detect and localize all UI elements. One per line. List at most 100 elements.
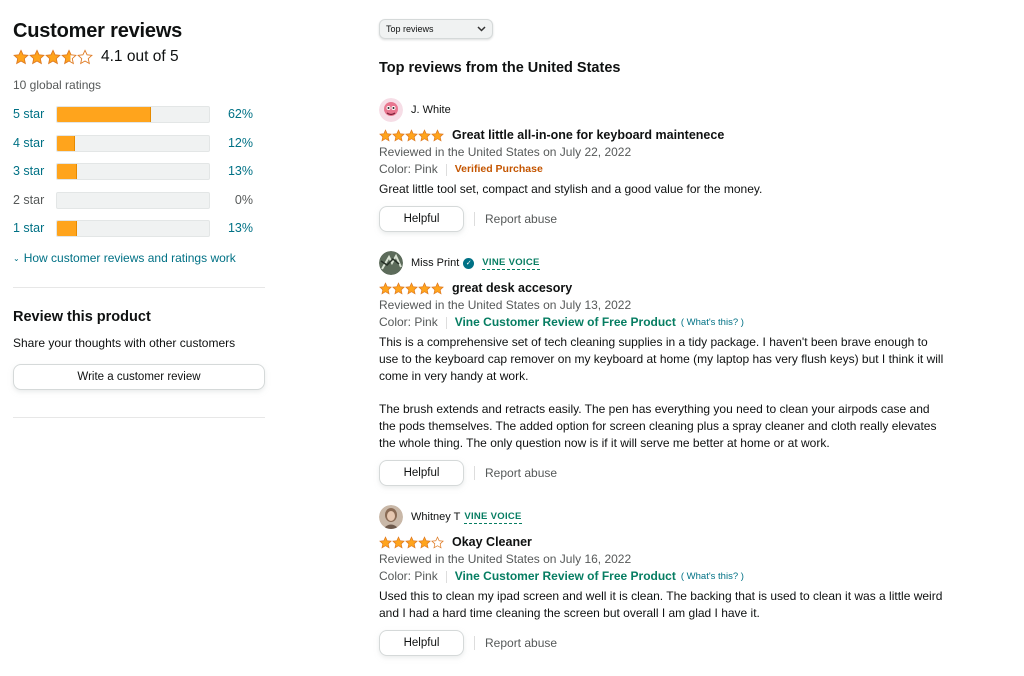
helpful-button[interactable]: Helpful	[379, 205, 464, 232]
avatar[interactable]	[379, 505, 403, 529]
histogram-fill	[57, 220, 77, 236]
reviewer-name[interactable]: Whitney T	[411, 511, 460, 523]
review-product-subtitle: Share your thoughts with other customers	[13, 336, 236, 350]
review-paragraph: Great little tool set, compact and styli…	[379, 182, 763, 196]
star-icon	[45, 49, 61, 65]
reviewer-profile[interactable]: Miss Print ✓ VINE VOICE	[379, 251, 949, 275]
review-title[interactable]: great desk accesory	[452, 281, 572, 295]
histogram-percent[interactable]: 13%	[210, 221, 253, 235]
histogram-bar[interactable]	[56, 219, 210, 237]
histogram-row-4[interactable]: 4 star 12%	[13, 134, 253, 152]
star-icon	[431, 281, 444, 294]
star-icon	[405, 128, 418, 141]
review-body: Great little tool set, compact and styli…	[379, 181, 949, 198]
vine-review-badge: Vine Customer Review of Free Product	[454, 569, 676, 583]
review-item: Miss Print ✓ VINE VOICE great desk acces…	[379, 251, 949, 486]
reviewer-profile[interactable]: J. White	[379, 98, 949, 122]
review-title[interactable]: Okay Cleaner	[452, 535, 532, 549]
histogram-label: 2 star	[13, 193, 45, 207]
star-icon	[13, 49, 29, 65]
divider	[13, 417, 265, 418]
histogram-row-5[interactable]: 5 star 62%	[13, 105, 253, 123]
histogram-row-1[interactable]: 1 star 13%	[13, 219, 253, 237]
star-icon	[379, 128, 392, 141]
histogram-label[interactable]: 4 star	[13, 136, 56, 150]
histogram-row-3[interactable]: 3 star 13%	[13, 162, 253, 180]
histogram-bar[interactable]	[56, 134, 210, 152]
reviewer-name[interactable]: Miss Print	[411, 257, 459, 269]
star-icon	[418, 535, 431, 548]
global-ratings-count: 10 global ratings	[13, 78, 102, 92]
report-abuse-link[interactable]: Report abuse	[474, 635, 557, 650]
how-reviews-work-link[interactable]: ⌄ How customer reviews and ratings work	[13, 251, 236, 265]
review-date: Reviewed in the United States on July 22…	[379, 145, 632, 159]
star-icon	[418, 281, 431, 294]
review-stars[interactable]	[379, 281, 444, 295]
vine-review-badge: Vine Customer Review of Free Product	[454, 315, 676, 329]
histogram-percent: 0%	[234, 193, 253, 207]
helpful-button[interactable]: Helpful	[379, 629, 464, 656]
divider	[445, 570, 447, 583]
review-color[interactable]: Color: Pink	[379, 568, 438, 585]
review-stars[interactable]	[379, 535, 444, 549]
whats-this-link[interactable]: ( What's this? )	[681, 314, 744, 331]
vine-voice-badge[interactable]: VINE VOICE	[464, 511, 522, 524]
star-icon	[392, 281, 405, 294]
customer-reviews-title: Customer reviews	[13, 20, 183, 42]
histogram-label[interactable]: 5 star	[13, 107, 56, 121]
histogram-percent[interactable]: 62%	[210, 107, 253, 121]
star-icon	[29, 49, 45, 65]
review-body: Used this to clean my ipad screen and we…	[379, 588, 949, 622]
histogram-bar[interactable]	[56, 105, 210, 123]
reviewer-profile[interactable]: Whitney T VINE VOICE	[379, 505, 949, 529]
star-icon	[61, 49, 77, 65]
sort-dropdown[interactable]: Top reviews	[379, 19, 493, 39]
histogram-bar[interactable]	[56, 162, 210, 180]
histogram-label[interactable]: 1 star	[13, 221, 56, 235]
helpful-button[interactable]: Helpful	[379, 459, 464, 486]
review-paragraph: Used this to clean my ipad screen and we…	[379, 589, 943, 620]
star-icon	[392, 535, 405, 548]
overall-rating-text: 4.1 out of 5	[101, 48, 179, 65]
review-stars[interactable]	[379, 128, 444, 142]
overall-rating[interactable]: 4.1 out of 5	[13, 48, 179, 66]
star-icon	[431, 535, 444, 548]
histogram-label[interactable]: 3 star	[13, 164, 56, 178]
overall-stars	[13, 49, 93, 65]
sort-selected: Top reviews	[386, 24, 434, 34]
star-icon	[379, 281, 392, 294]
review-item: Whitney T VINE VOICE Okay Cleaner Review…	[379, 505, 949, 656]
review-body: This is a comprehensive set of tech clea…	[379, 334, 949, 452]
review-date: Reviewed in the United States on July 16…	[379, 552, 632, 566]
histogram-row-2: 2 star 0%	[13, 191, 253, 209]
star-icon	[379, 535, 392, 548]
histogram-percent[interactable]: 13%	[210, 164, 253, 178]
avatar[interactable]	[379, 98, 403, 122]
review-title[interactable]: Great little all-in-one for keyboard mai…	[452, 128, 724, 142]
write-review-button[interactable]: Write a customer review	[13, 364, 265, 390]
report-abuse-link[interactable]: Report abuse	[474, 465, 557, 480]
review-date: Reviewed in the United States on July 13…	[379, 298, 632, 312]
star-icon	[405, 281, 418, 294]
review-color[interactable]: Color: Pink	[379, 314, 438, 331]
chevron-down-icon	[477, 26, 486, 32]
review-paragraph: The brush extends and retracts easily. T…	[379, 402, 937, 450]
histogram-fill	[57, 106, 152, 122]
divider	[13, 287, 265, 288]
histogram-fill	[57, 163, 77, 179]
histogram-fill	[57, 135, 76, 151]
vine-voice-badge[interactable]: VINE VOICE	[482, 257, 540, 270]
chevron-down-icon: ⌄	[13, 253, 20, 263]
histogram-percent[interactable]: 12%	[210, 136, 253, 150]
divider	[445, 316, 447, 329]
review-color[interactable]: Color: Pink	[379, 161, 438, 178]
star-icon	[77, 49, 93, 65]
whats-this-link[interactable]: ( What's this? )	[681, 568, 744, 585]
verified-purchase-badge: Verified Purchase	[454, 163, 543, 175]
star-icon	[418, 128, 431, 141]
star-icon	[431, 128, 444, 141]
review-product-title: Review this product	[13, 309, 151, 325]
report-abuse-link[interactable]: Report abuse	[474, 211, 557, 226]
reviewer-name[interactable]: J. White	[411, 104, 451, 116]
avatar[interactable]	[379, 251, 403, 275]
